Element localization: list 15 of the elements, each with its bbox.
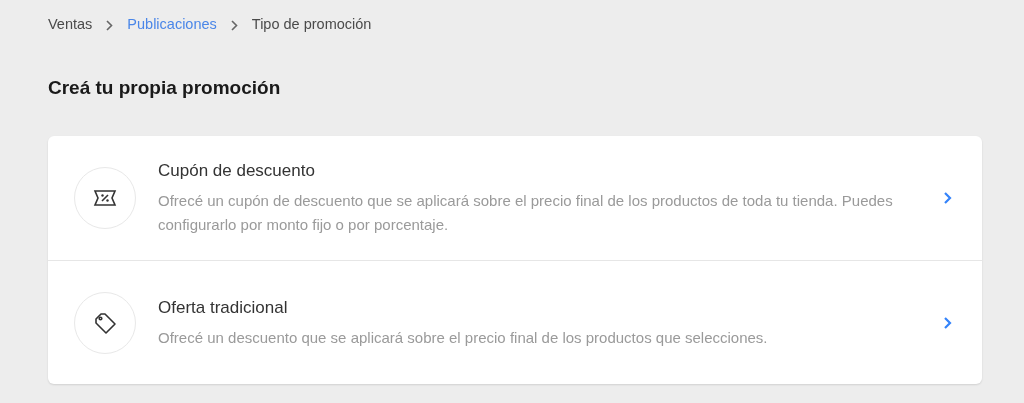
option-row[interactable]: Oferta tradicional Ofrecé un descuento que se aplicará sobre el precio final de los productos que selecciones. [48,260,982,384]
breadcrumb-item: Tipo de promoción [251,15,372,35]
coupon-icon [93,189,117,207]
tag-icon [93,310,117,335]
option-row[interactable]: Cupón de descuento Ofrecé un cupón de descuento que se aplicará sobre el precio final de los productos de toda tu tienda. Puedes configurarlo por monto fijo o por porcentaje. [48,136,982,260]
breadcrumb-item: Ventas [48,15,93,35]
chevron-right-icon [943,191,952,205]
chevron-right-icon [943,315,952,330]
chevron-right-icon [106,19,114,31]
option-description: Ofrecé un descuento que se aplicará sobre el precio final de los productos que selecciones. [158,327,769,348]
option-description: Ofrecé un cupón de descuento que se aplicará sobre el precio final de los productos de toda tu tienda. Puedes configurarlo por monto fijo o por porcentaje. [158,191,894,235]
option-title: Cupón de descuento [158,160,316,182]
page-title: Creá tu propia promoción [48,76,282,100]
chevron-right-icon [230,19,238,31]
option-title: Oferta tradicional [158,296,289,319]
